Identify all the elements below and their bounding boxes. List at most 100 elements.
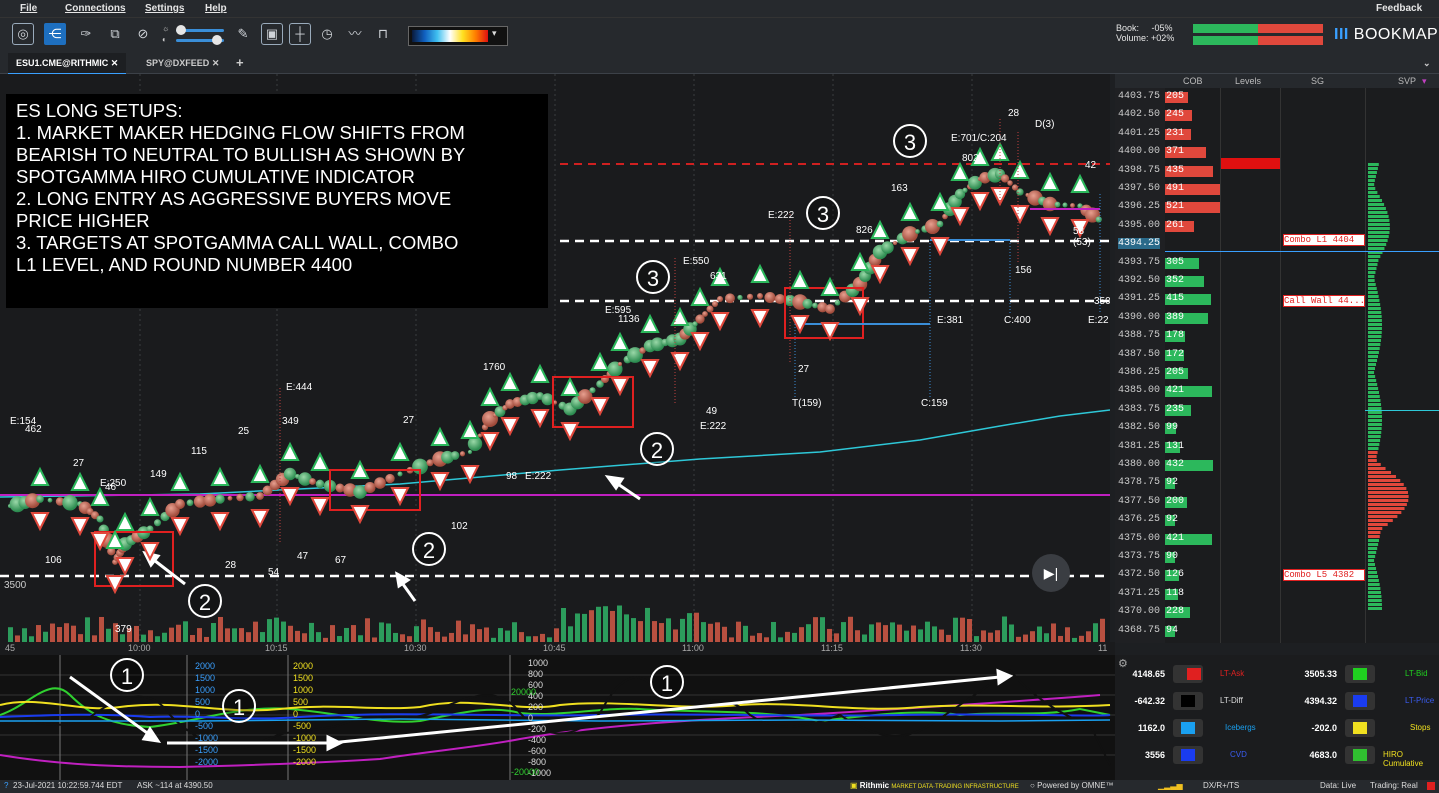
label-47: 47 (297, 551, 309, 562)
heatmap-palette-select[interactable]: ▾ (408, 26, 508, 46)
skip-to-live-button[interactable]: ▶| (1032, 554, 1070, 592)
indicator-scale-c: 1000 800 600 400 200 0 -200 -400 -600 -800 -1000 (528, 658, 551, 779)
menu-help[interactable]: Help (205, 3, 227, 14)
menu-file[interactable]: File (20, 3, 37, 14)
header-cob[interactable]: COB (1183, 76, 1203, 86)
help-icon[interactable]: ? (4, 781, 8, 790)
svp-bar (1368, 535, 1380, 538)
header-svp[interactable]: SVP (1398, 76, 1416, 86)
heatmap-chart[interactable]: E:154 462 27 E:250 46 149 115 25 E:444 3… (0, 74, 1110, 644)
cob-size: 352 (1166, 275, 1185, 286)
cob-size: 421 (1166, 532, 1185, 544)
trade-bubble (1007, 180, 1013, 186)
buy-triangle (250, 463, 270, 483)
cob-size: 94 (1166, 624, 1179, 636)
scale-tick: -200 (528, 724, 547, 734)
header-sg[interactable]: SG (1311, 76, 1324, 86)
label-27c: 27 (798, 364, 810, 375)
trade-bubble (1095, 216, 1102, 223)
svp-bar (1368, 235, 1389, 238)
label-25: 25 (238, 426, 250, 437)
header-levels[interactable]: Levels (1235, 76, 1261, 86)
svp-bar (1368, 327, 1382, 330)
indicator-panel[interactable]: 1 1 1 2000 1500 1000 500 0 -500 -1000 -1500 -200… (0, 655, 1115, 780)
feather-icon[interactable]: ✑ (75, 23, 97, 45)
svp-bar (1368, 567, 1377, 570)
cob-size: 305 (1166, 256, 1185, 268)
chart-line-icon[interactable]: 〰 (344, 23, 366, 45)
sg-combo-l5: Combo L5 4382 (1283, 569, 1365, 581)
svp-bar (1368, 343, 1381, 346)
slider-bottom-knob[interactable] (212, 35, 222, 45)
svp-bar (1368, 307, 1381, 310)
stat-value: 4394.32 (1304, 696, 1337, 706)
trade-bubble (256, 492, 264, 500)
volume-bar (162, 632, 167, 642)
volume-value: +02% (1151, 33, 1175, 43)
stat-color-fill (1181, 749, 1195, 761)
volume-bar (673, 629, 678, 642)
stat-color-box (1173, 746, 1203, 764)
chevron-down-icon[interactable]: ▾ (1422, 76, 1427, 87)
time-label: 11:00 (682, 643, 704, 653)
rithmic-logo: ▣ Rithmic MARKET DATA·TRADING INFRASTRUC… (850, 781, 1019, 790)
svp-bar (1368, 179, 1375, 182)
target-icon[interactable]: ◎ (12, 23, 34, 45)
volume-bar (505, 630, 510, 642)
volume-bar (99, 616, 104, 642)
menu-connections[interactable]: Connections (65, 3, 126, 14)
tab-esu1[interactable]: ESU1.CME@RITHMIC ✕ (8, 53, 127, 75)
volume-bar (554, 628, 559, 642)
trade-bubble (1054, 201, 1061, 208)
pencil-icon[interactable]: ✎ (232, 23, 254, 45)
chat-icon[interactable]: ▣ (261, 23, 283, 45)
svp-bar (1368, 555, 1376, 558)
buy-triangle (930, 191, 950, 211)
annotation-line: 3. TARGETS AT SPOTGAMMA CALL WALL, COMBO (16, 232, 459, 253)
svp-bar (1368, 451, 1378, 454)
annotation-line: SPOTGAMMA HIRO CUMULATIVE INDICATOR (16, 166, 415, 187)
trade-bubble (902, 226, 918, 242)
buy-triangle (870, 219, 890, 239)
share-nodes-icon[interactable]: ⋲ (44, 23, 66, 45)
right-panel-headers: COB Levels SG SVP ▾ (1115, 74, 1439, 88)
volume-bar (890, 622, 895, 642)
slider-top-knob[interactable] (176, 25, 186, 35)
volume-bar (876, 622, 881, 642)
zoom-sliders[interactable]: ☼ ◐ (162, 24, 226, 46)
volume-bar (449, 632, 454, 642)
volume-bar (708, 623, 713, 642)
stat-color-box (1345, 692, 1375, 710)
sell-triangle (850, 297, 870, 317)
trading-indicator (1427, 782, 1435, 790)
volume-bar (141, 634, 146, 642)
volume-bar (932, 626, 937, 642)
svp-bar (1368, 579, 1379, 582)
tab-spy[interactable]: SPY@DXFEED ✕ (138, 53, 227, 73)
lock-icon[interactable]: ⊓ (372, 23, 394, 45)
trade-bubble (834, 300, 841, 306)
buy-triangle (170, 471, 190, 491)
volume-bar (344, 627, 349, 642)
chevron-down-icon[interactable]: ⌄ (1415, 53, 1439, 73)
trade-bubble (892, 240, 898, 246)
svp-bar (1368, 443, 1380, 446)
crosshair-icon[interactable]: ┼ (289, 23, 311, 45)
trade-bubble (385, 473, 395, 484)
svp-bar (1368, 399, 1381, 402)
scale-tick: -1500 (293, 745, 317, 755)
menu-settings[interactable]: Settings (145, 3, 184, 14)
feedback-link[interactable]: Feedback (1376, 3, 1422, 14)
add-tab-button[interactable]: + (228, 53, 252, 73)
svp-bar (1368, 483, 1404, 486)
layers-icon[interactable]: ⧉ (104, 23, 126, 45)
svp-bar (1368, 371, 1375, 374)
svp-bar (1368, 563, 1376, 566)
timer-icon[interactable]: ◷ (316, 23, 338, 45)
close-icon[interactable]: ✕ (111, 58, 119, 68)
close-icon[interactable]: ✕ (212, 58, 220, 68)
link-icon[interactable]: ⊘ (132, 23, 154, 45)
setup-annotation-box: ES LONG SETUPS: 1. MARKET MAKER HEDGING … (6, 94, 548, 308)
svp-bar (1368, 339, 1381, 342)
volume-bar (211, 623, 216, 642)
